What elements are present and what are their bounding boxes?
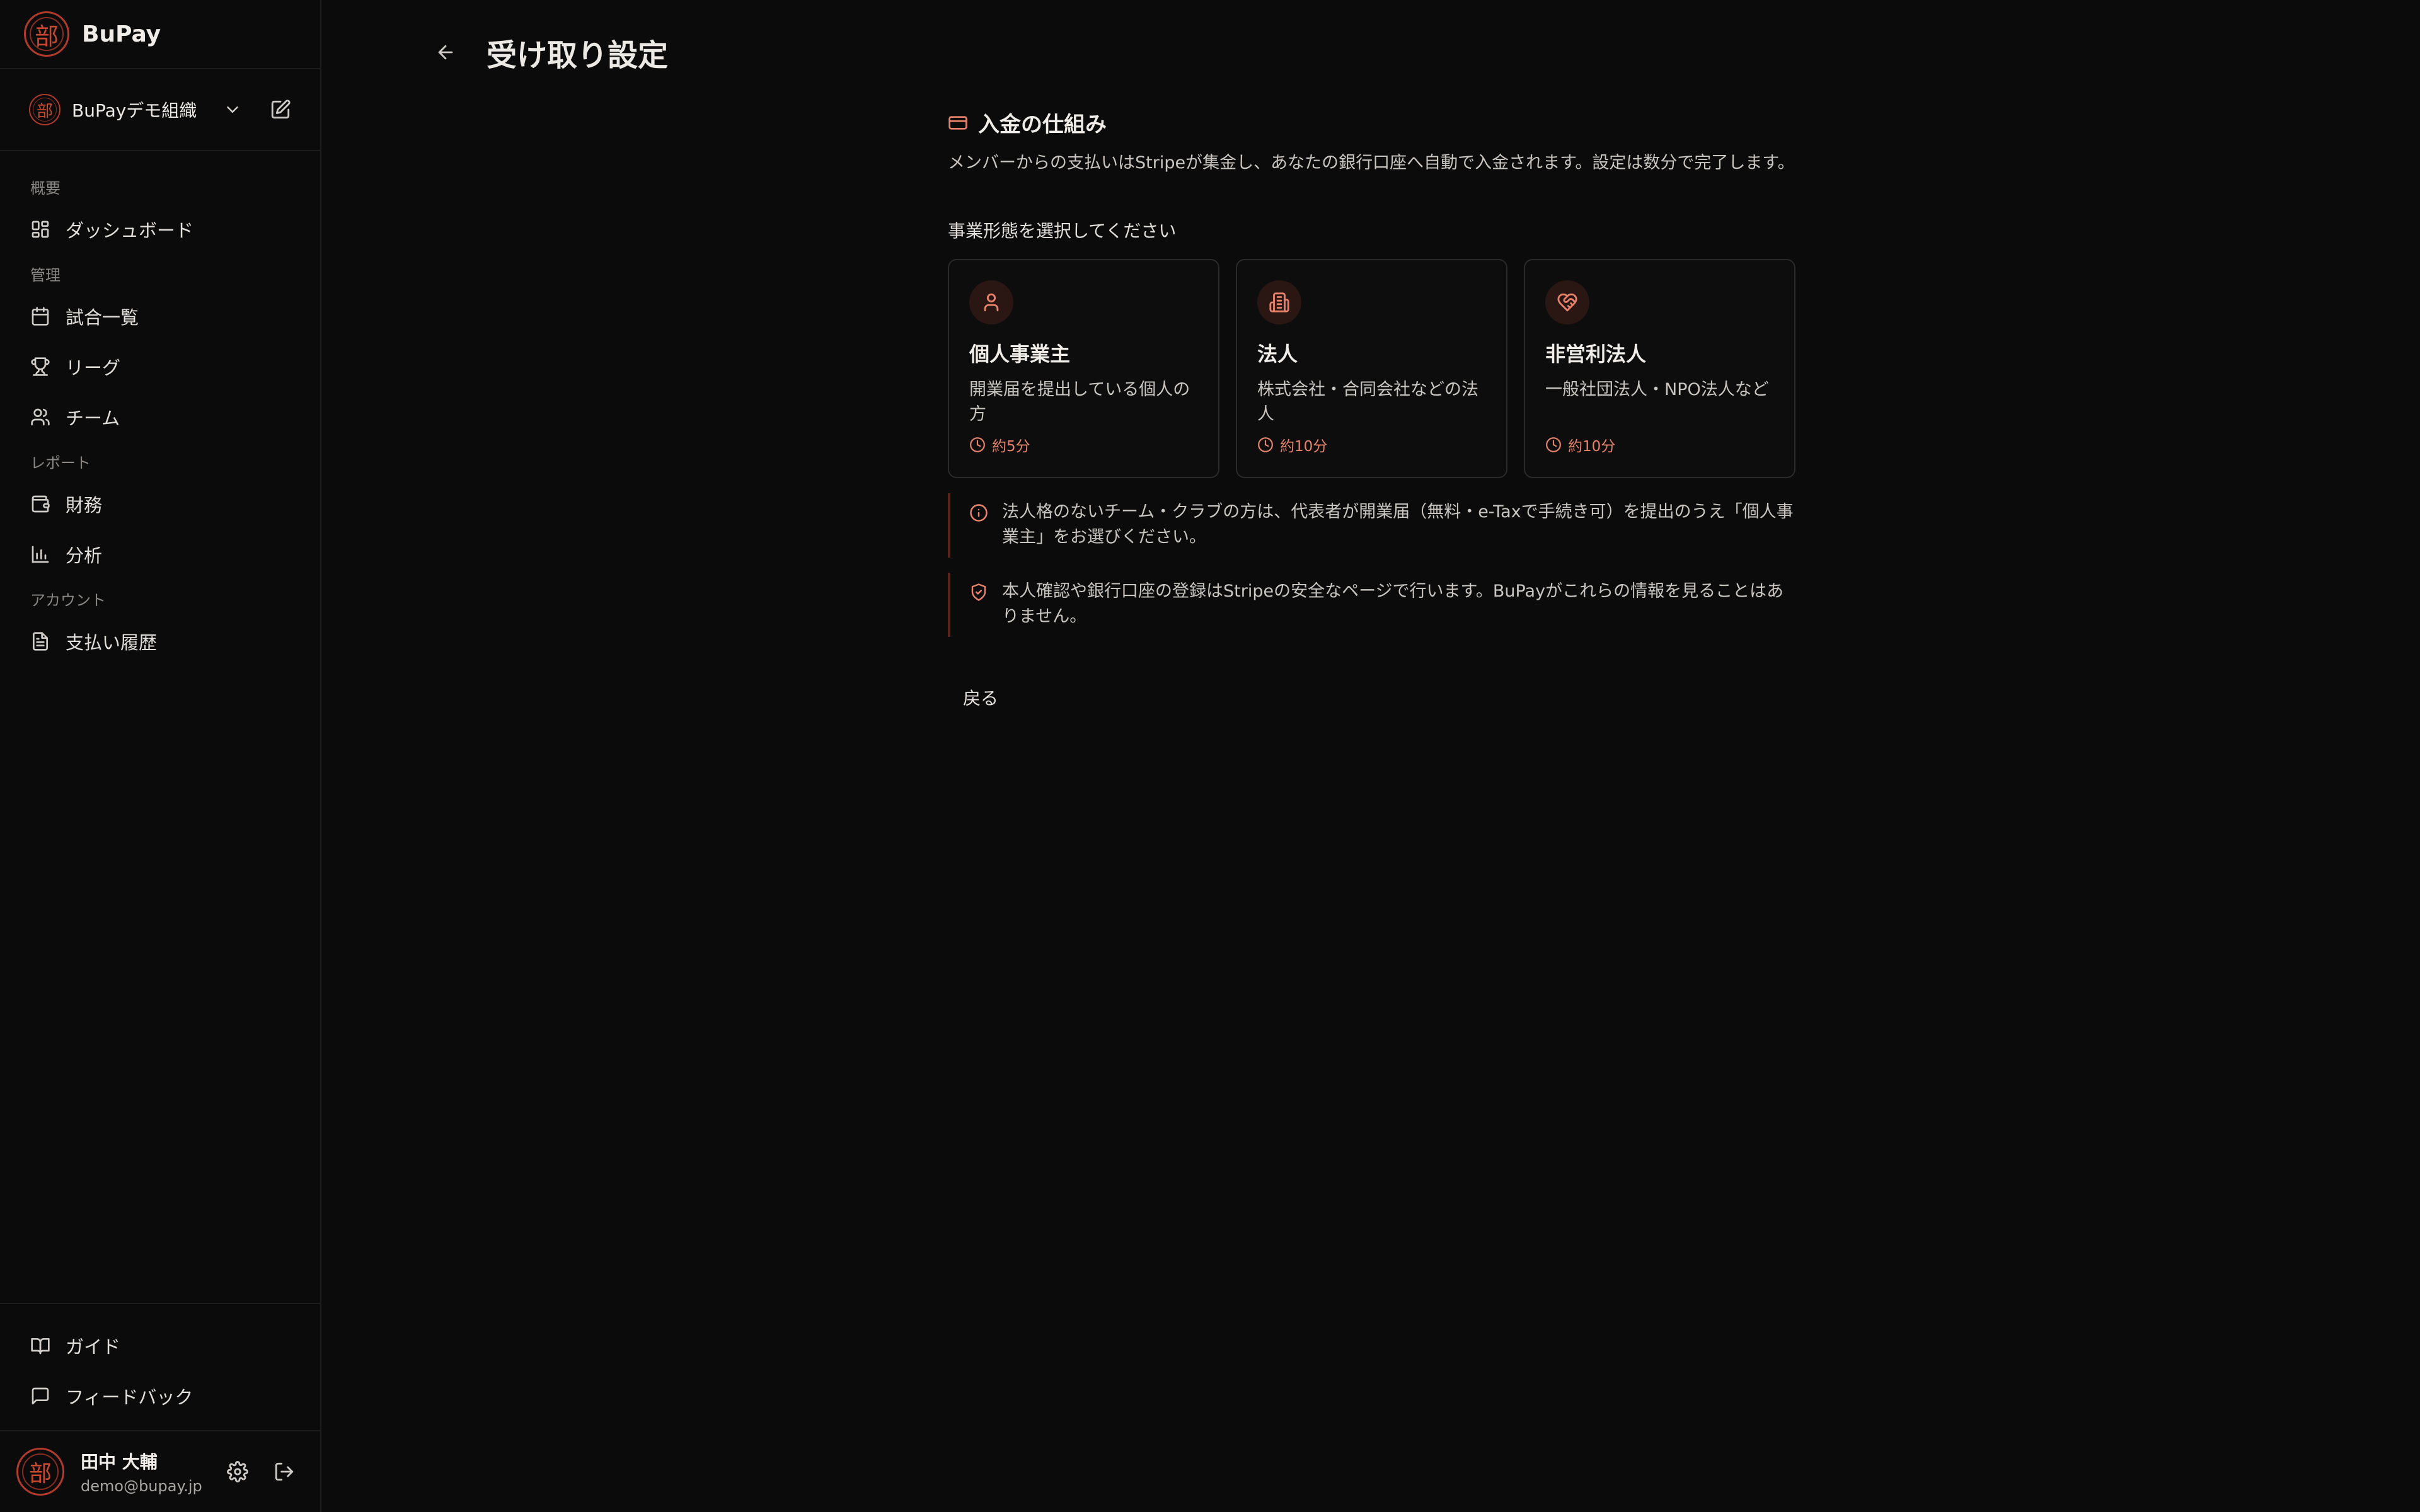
sidebar-item-finance[interactable]: 財務 xyxy=(0,479,320,529)
sidebar-item-feedback[interactable]: フィードバック xyxy=(0,1371,320,1421)
clock-icon xyxy=(1546,437,1561,452)
option-description: 株式会社・合同会社などの法人 xyxy=(1257,380,1478,424)
brand[interactable]: 部 BuPay xyxy=(0,0,320,69)
chevron-down-icon[interactable] xyxy=(223,100,242,119)
option-icon-badge xyxy=(1545,280,1589,324)
sidebar-item-label: 分析 xyxy=(66,545,103,566)
payout-setup: 入金の仕組み メンバーからの支払いはStripeが集金し、あなたの銀行口座へ自動… xyxy=(948,107,1796,716)
page-title: 受け取り設定 xyxy=(487,38,669,73)
org-logo: 部 xyxy=(29,94,60,125)
notice-text: 本人確認や銀行口座の登録はStripeの安全なページで行います。BuPayがこれ… xyxy=(1002,581,1784,626)
option-time-text: 約10分 xyxy=(1280,438,1328,455)
main-nav: 概要 ダッシュボード 管理 試合一覧 リーグ チーム レポート 財務 分析 アカ… xyxy=(0,151,320,667)
sidebar-item-payments[interactable]: 支払い履歴 xyxy=(0,616,320,667)
sidebar-item-league[interactable]: リーグ xyxy=(0,341,320,392)
nav-group-manage: 管理 xyxy=(30,266,60,284)
sidebar-item-guide[interactable]: ガイド xyxy=(0,1320,320,1371)
option-title: 個人事業主 xyxy=(969,342,1071,366)
option-card-sole-proprietor[interactable]: 個人事業主 開業届を提出している個人の方 約5分 xyxy=(948,259,1219,478)
bar-chart-icon xyxy=(32,546,49,563)
main-content: 受け取り設定 入金の仕組み メンバーからの支払いはStripeが集金し、あなたの… xyxy=(321,0,2420,1512)
sidebar-item-analytics[interactable]: 分析 xyxy=(0,529,320,580)
option-card-nonprofit[interactable]: 非営利法人 一般社団法人・NPO法人など 約10分 xyxy=(1524,259,1795,478)
sidebar-item-label: ダッシュボード xyxy=(66,220,194,241)
sidebar-item-label: 試合一覧 xyxy=(66,307,139,328)
brand-logo: 部 xyxy=(24,11,69,57)
sidebar-item-dashboard[interactable]: ダッシュボード xyxy=(0,204,320,255)
section-description: メンバーからの支払いはStripeが集金し、あなたの銀行口座へ自動で入金されます… xyxy=(948,153,1795,173)
notice-text: 法人格のないチーム・クラブの方は、代表者が開業届（無料・e-Taxで手続き可）を… xyxy=(1002,502,1794,547)
avatar[interactable]: 部 xyxy=(16,1448,64,1496)
credit-card-icon xyxy=(948,115,967,130)
sidebar-item-matches[interactable]: 試合一覧 xyxy=(0,291,320,341)
sidebar-item-label: ガイド xyxy=(66,1336,121,1358)
wallet-icon xyxy=(32,495,50,513)
gear-icon[interactable] xyxy=(227,1461,248,1482)
sidebar-item-team[interactable]: チーム xyxy=(0,392,320,442)
org-switcher[interactable]: 部 BuPayデモ組織 xyxy=(0,69,320,151)
user-info: 田中 大輔 demo@bupay.jp xyxy=(81,1448,227,1495)
shield-check-icon xyxy=(971,583,986,601)
users-icon xyxy=(31,408,50,426)
brand-name: BuPay xyxy=(82,21,161,47)
notice-security: 本人確認や銀行口座の登録はStripeの安全なページで行います。BuPayがこれ… xyxy=(948,573,1796,637)
sidebar-bottom: ガイド フィードバック 部 田中 大輔 demo@bupay.jp xyxy=(0,1303,320,1512)
sidebar-item-label: リーグ xyxy=(66,357,121,379)
option-time-text: 約5分 xyxy=(992,438,1030,455)
option-title: 非営利法人 xyxy=(1545,342,1647,366)
document-icon xyxy=(33,632,48,651)
section-title-text: 入金の仕組み xyxy=(978,112,1107,137)
business-type-label: 事業形態を選択してください xyxy=(948,220,1177,241)
edit-icon[interactable] xyxy=(270,99,291,120)
logout-icon[interactable] xyxy=(274,1461,295,1482)
option-time: 約10分 xyxy=(1257,434,1486,455)
section-title: 入金の仕組み xyxy=(948,107,1796,138)
sidebar-item-label: 支払い履歴 xyxy=(66,632,158,653)
bottom-nav: ガイド フィードバック xyxy=(0,1303,320,1430)
page-header: 受け取り設定 xyxy=(435,30,668,74)
user-name: 田中 大輔 xyxy=(81,1452,158,1472)
building-icon xyxy=(1269,292,1289,312)
clock-icon xyxy=(1258,437,1273,452)
option-time: 約5分 xyxy=(969,434,1198,455)
nav-group-reports: レポート xyxy=(30,454,91,472)
user-icon xyxy=(984,293,999,312)
option-description: 開業届を提出している個人の方 xyxy=(969,380,1190,424)
business-type-options: 個人事業主 開業届を提出している個人の方 約5分 法人 株式会社・合同会社などの… xyxy=(948,259,1796,478)
org-name: BuPayデモ組織 xyxy=(72,100,197,121)
info-icon xyxy=(970,504,988,522)
user-email: demo@bupay.jp xyxy=(81,1477,202,1495)
option-title: 法人 xyxy=(1257,342,1298,366)
sidebar-item-label: フィードバック xyxy=(66,1387,193,1408)
clock-icon xyxy=(970,437,985,452)
sidebar-item-label: 財務 xyxy=(66,495,103,516)
calendar-icon xyxy=(32,307,49,326)
dashboard-icon xyxy=(32,220,49,238)
message-icon xyxy=(32,1387,49,1405)
option-card-corporation[interactable]: 法人 株式会社・合同会社などの法人 約10分 xyxy=(1236,259,1507,478)
back-button[interactable]: 戻る xyxy=(948,679,1013,716)
option-icon-badge xyxy=(1257,280,1301,324)
option-time-text: 約10分 xyxy=(1568,438,1616,455)
sidebar-item-label: チーム xyxy=(66,408,120,429)
nav-group-overview: 概要 xyxy=(30,180,60,197)
book-icon xyxy=(31,1338,50,1354)
nav-group-account: アカウント xyxy=(30,592,106,609)
sidebar: 部 BuPay 部 BuPayデモ組織 概要 ダッシュボード 管理 試合一覧 リ… xyxy=(0,0,321,1512)
trophy-icon xyxy=(31,357,50,376)
notice-no-legal-entity: 法人格のないチーム・クラブの方は、代表者が開業届（無料・e-Taxで手続き可）を… xyxy=(948,493,1796,558)
option-time: 約10分 xyxy=(1545,434,1774,455)
option-description: 一般社団法人・NPO法人など xyxy=(1545,380,1769,399)
arrow-left-icon[interactable] xyxy=(435,42,456,63)
option-icon-badge xyxy=(969,280,1013,324)
user-panel: 部 田中 大輔 demo@bupay.jp xyxy=(0,1430,320,1512)
heart-handshake-icon xyxy=(1557,293,1577,312)
